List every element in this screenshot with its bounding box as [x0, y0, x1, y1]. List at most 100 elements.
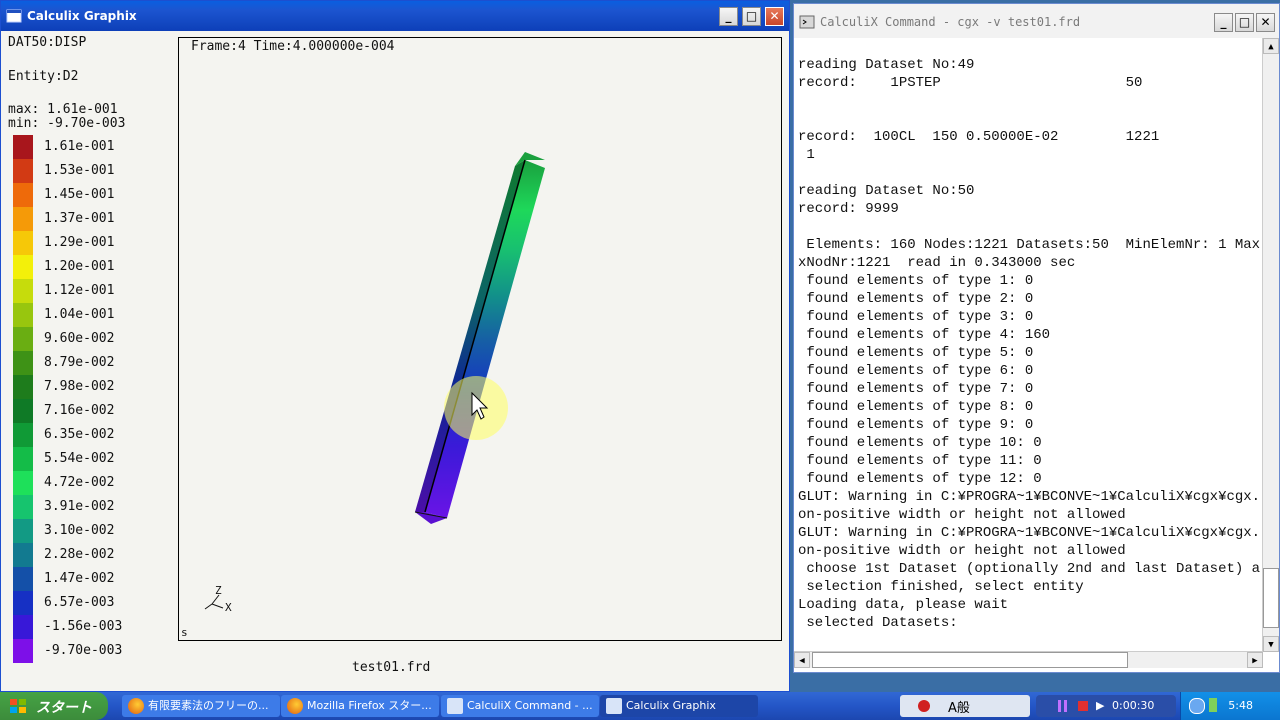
media-time: 0:00:30 — [1112, 699, 1155, 712]
legend-value: 9.60e-002 — [44, 331, 115, 346]
legend-value: 6.57e-003 — [44, 595, 115, 610]
legend-value: 1.20e-001 — [44, 259, 115, 274]
stop-icon[interactable] — [1078, 701, 1088, 711]
console-line: GLUT: Warning in C:¥PROGRA~1¥BCONVE~1¥Ca… — [798, 525, 1260, 541]
scroll-up-icon[interactable]: ▲ — [1263, 38, 1279, 54]
taskbar-button[interactable]: Calculix Graphix — [600, 695, 758, 717]
legend-swatch — [13, 399, 33, 423]
legend-swatch — [13, 327, 33, 351]
pause-icon[interactable] — [1058, 700, 1061, 712]
console-line: found elements of type 9: 0 — [798, 417, 1034, 433]
legend-swatch — [13, 255, 33, 279]
minimize-button[interactable]: _ — [719, 7, 738, 26]
windows-logo-icon — [10, 699, 26, 713]
scroll-right-icon[interactable]: ▶ — [1247, 652, 1263, 668]
graphix-window: Calculix Graphix _ □ ✕ DAT50:DISP Entity… — [0, 0, 790, 692]
ime-bar[interactable]: A般 — [900, 695, 1030, 717]
console-line: found elements of type 1: 0 — [798, 273, 1034, 289]
vertical-scroll-thumb[interactable] — [1263, 568, 1279, 628]
legend-value: 3.10e-002 — [44, 523, 115, 538]
clock: 5:48 — [1228, 699, 1253, 712]
maximize-button[interactable]: □ — [742, 7, 761, 26]
taskbar-button[interactable]: Mozilla Firefox スター... — [281, 695, 439, 717]
close-button[interactable]: ✕ — [1256, 13, 1275, 32]
taskbar: スタート 有限要素法のフリーの... Mozilla Firefox スター...… — [0, 692, 1280, 720]
legend-value: -9.70e-003 — [44, 643, 123, 658]
legend-value: 1.47e-002 — [44, 571, 115, 586]
console-line: found elements of type 4: 160 — [798, 327, 1051, 343]
console-line: selection finished, select entity — [798, 579, 1084, 595]
legend-swatch — [13, 231, 33, 255]
legend-value: 7.16e-002 — [44, 403, 115, 418]
legend-value: 3.91e-002 — [44, 499, 115, 514]
legend-swatch — [13, 567, 33, 591]
legend-swatch — [13, 303, 33, 327]
console-line: on-positive width or height not allowed — [798, 543, 1126, 559]
legend-value: 1.04e-001 — [44, 307, 115, 322]
legend-value: 1.29e-001 — [44, 235, 115, 250]
legend-swatch — [13, 351, 33, 375]
max-label: max: 1.61e-001 — [8, 102, 118, 117]
console-line: selected Datasets: — [798, 615, 958, 631]
horizontal-scroll-thumb[interactable] — [812, 652, 1128, 668]
console-line: found elements of type 6: 0 — [798, 363, 1034, 379]
console-line: found elements of type 8: 0 — [798, 399, 1034, 415]
taskbar-button[interactable]: CalculiX Command - ... — [441, 695, 599, 717]
legend-swatch — [13, 279, 33, 303]
graphix-titlebar[interactable]: Calculix Graphix _ □ ✕ — [1, 1, 789, 31]
console-line: found elements of type 5: 0 — [798, 345, 1034, 361]
minimize-button[interactable]: _ — [1214, 13, 1233, 32]
console-line: reading Dataset No:50 — [798, 183, 975, 199]
console-line: record: 1PSTEP 50 — [798, 75, 1143, 91]
legend-value: 1.12e-001 — [44, 283, 115, 298]
axis-triad-icon — [204, 594, 224, 610]
scroll-left-icon[interactable]: ◀ — [794, 652, 810, 668]
3d-viewport[interactable]: Frame:4 Time:4.000000e-004 Z X s — [178, 37, 782, 641]
graphix-client: DAT50:DISP Entity:D2 max: 1.61e-001 min:… — [4, 31, 786, 688]
console-line: found elements of type 2: 0 — [798, 291, 1034, 307]
console-line: found elements of type 7: 0 — [798, 381, 1034, 397]
legend-swatch — [13, 615, 33, 639]
legend-swatch — [13, 375, 33, 399]
pause-icon — [1064, 700, 1067, 712]
beam-front-face — [425, 160, 545, 518]
legend-swatch — [13, 543, 33, 567]
console-line: reading Dataset No:49 — [798, 57, 975, 73]
firefox-icon — [287, 698, 303, 714]
vertical-scrollbar[interactable]: ▲ ▼ — [1262, 38, 1279, 652]
command-window: CalculiX Command - cgx -v test01.frd _ □… — [793, 3, 1280, 673]
beam-edge — [424, 159, 526, 513]
legend-swatch — [13, 183, 33, 207]
command-title: CalculiX Command - cgx -v test01.frd — [820, 15, 1081, 29]
taskbar-button[interactable]: 有限要素法のフリーの... — [122, 695, 280, 717]
command-titlebar[interactable]: CalculiX Command - cgx -v test01.frd _ □… — [794, 4, 1279, 38]
horizontal-scrollbar[interactable]: ◀ ▶ — [794, 651, 1263, 668]
axis-x-label: X — [225, 601, 232, 614]
console-output[interactable]: reading Dataset No:49 record: 1PSTEP 50 re… — [798, 41, 1260, 651]
legend-value: 1.37e-001 — [44, 211, 115, 226]
console-line: found elements of type 11: 0 — [798, 453, 1042, 469]
legend-swatch — [13, 207, 33, 231]
play-icon[interactable]: ▶ — [1096, 699, 1104, 712]
legend-swatch — [13, 159, 33, 183]
tray-collapse-icon[interactable] — [1189, 698, 1205, 714]
maximize-button[interactable]: □ — [1235, 13, 1254, 32]
min-label: min: -9.70e-003 — [8, 116, 126, 131]
ime-icon — [918, 700, 930, 712]
scroll-down-icon[interactable]: ▼ — [1263, 636, 1279, 652]
close-button[interactable]: ✕ — [765, 7, 784, 26]
console-line: GLUT: Warning in C:¥PROGRA~1¥BCONVE~1¥Ca… — [798, 489, 1260, 505]
console-line: found elements of type 10: 0 — [798, 435, 1042, 451]
taskbar-button-label: CalculiX Command - ... — [467, 699, 593, 712]
media-controls[interactable]: ▶ 0:00:30 — [1036, 695, 1176, 717]
legend-swatch — [13, 591, 33, 615]
taskbar-button-label: Mozilla Firefox スター... — [307, 699, 432, 712]
legend-value: 2.28e-002 — [44, 547, 115, 562]
taskbar-button-label: 有限要素法のフリーの... — [148, 699, 269, 712]
graphix-title: Calculix Graphix — [27, 9, 137, 23]
console-line: record: 9999 — [798, 201, 899, 217]
window-icon — [6, 9, 22, 23]
corner-mark: s — [181, 626, 188, 639]
legend-value: 1.53e-001 — [44, 163, 115, 178]
start-button[interactable]: スタート — [0, 692, 108, 720]
